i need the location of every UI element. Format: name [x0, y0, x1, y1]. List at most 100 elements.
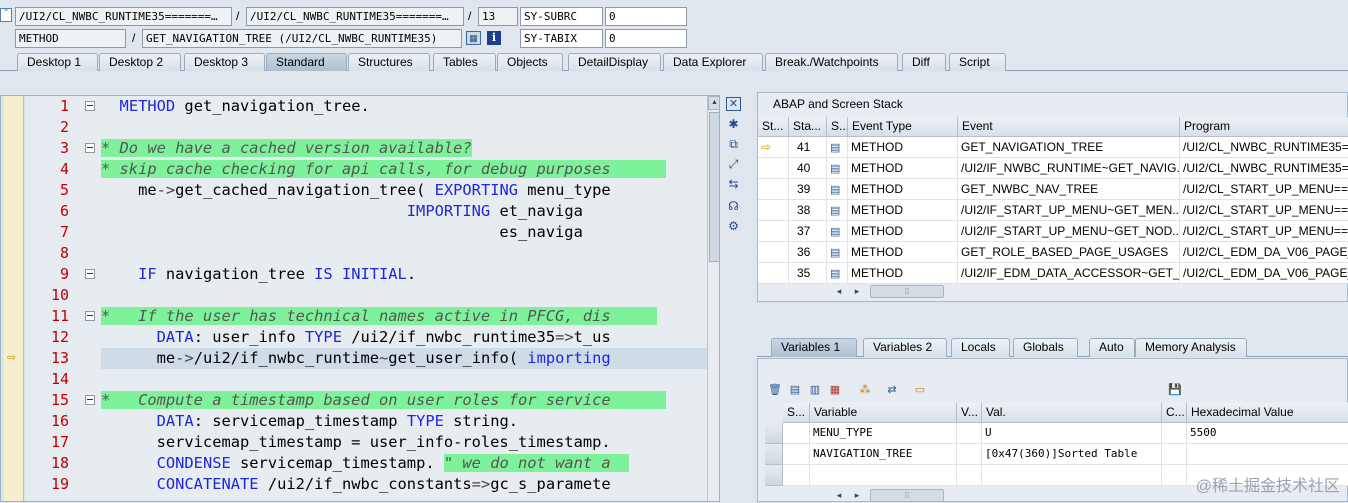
program-cell[interactable]: /UI2/CL_EDM_DA_V06_PAGE_ — [1180, 263, 1348, 284]
stack-level-cell[interactable]: 35 — [789, 263, 827, 284]
column-header[interactable]: Hexadecimal Value — [1187, 403, 1348, 423]
scroll-up-icon[interactable]: ▲ — [708, 96, 719, 110]
stack-level-cell[interactable]: 39 — [789, 179, 827, 200]
tab-data-explorer[interactable]: Data Explorer — [663, 53, 763, 71]
load-icon[interactable]: ▦ — [828, 383, 842, 397]
tab-objects[interactable]: Objects — [497, 53, 563, 71]
tab-desktop-3[interactable]: Desktop 3 — [184, 53, 265, 71]
status-cell[interactable] — [783, 444, 810, 465]
change-value-cell[interactable] — [1162, 465, 1187, 486]
table-row[interactable]: 37 ▤ METHOD/UI2/IF_START_UP_MENU~GET_NOD..… — [758, 221, 1348, 242]
event-cell[interactable]: /UI2/IF_NWBC_RUNTIME~GET_NAVIG... — [958, 158, 1180, 179]
column-header[interactable]: V... — [957, 403, 982, 423]
insert-icon[interactable]: ▤ — [788, 383, 802, 397]
change-value-cell[interactable] — [1162, 423, 1187, 444]
table-row[interactable]: MENU_TYPE U 5500 — [765, 423, 1348, 444]
change-cell[interactable] — [957, 465, 982, 486]
program-cell[interactable]: /UI2/CL_START_UP_MENU== — [1180, 221, 1348, 242]
stack-level-cell[interactable]: 41 — [789, 137, 827, 158]
maximize-icon[interactable]: ⤢ — [726, 157, 741, 171]
column-header[interactable]: S... — [783, 403, 810, 423]
row-selector[interactable] — [765, 444, 783, 465]
column-header[interactable]: Variable — [810, 403, 957, 423]
table-row[interactable]: NAVIGATION_TREE [0x47(360)]Sorted Table — [765, 444, 1348, 465]
tab-tables[interactable]: Tables — [433, 53, 496, 71]
program-cell[interactable]: /UI2/CL_START_UP_MENU== — [1180, 179, 1348, 200]
source-icon-cell[interactable]: ▤ — [827, 179, 848, 200]
variable-name-cell[interactable] — [810, 465, 957, 486]
source-code-editor[interactable]: ⇨ 1 METHOD get_navigation_tree. 2 3 * Do … — [0, 95, 720, 502]
event-type-field[interactable]: METHOD — [15, 29, 126, 48]
source-icon-cell[interactable]: ▤ — [827, 200, 848, 221]
tab-globals[interactable]: Globals — [1013, 338, 1078, 357]
sysvar-name-field[interactable]: SY-SUBRC — [520, 7, 603, 26]
table-row[interactable]: 36 ▤ METHOD GET_ROLE_BASED_PAGE_USAGES/UI2/… — [758, 242, 1348, 263]
save-icon[interactable]: 💾 — [1168, 383, 1182, 397]
variable-name-cell[interactable]: NAVIGATION_TREE — [810, 444, 957, 465]
active-stack-marker-cell[interactable] — [758, 242, 789, 263]
scroll-left-icon[interactable]: ◂ — [833, 488, 845, 502]
active-stack-marker-cell[interactable] — [758, 200, 789, 221]
event-type-cell[interactable]: METHOD — [848, 179, 958, 200]
table-row[interactable]: 35 ▤ METHOD/UI2/IF_EDM_DATA_ACCESSOR~GET_.… — [758, 263, 1348, 284]
active-stack-marker-cell[interactable] — [758, 158, 789, 179]
source-icon-cell[interactable]: ▤ — [827, 242, 848, 263]
tab-variables-2[interactable]: Variables 2 — [863, 338, 947, 357]
scroll-thumb[interactable]: ⁞⁞ — [870, 285, 944, 298]
folder-icon[interactable]: ▭ — [913, 383, 927, 397]
table-row[interactable]: 39 ▤ METHOD GET_NWBC_NAV_TREE/UI2/CL_START_… — [758, 179, 1348, 200]
event-cell[interactable]: /UI2/IF_START_UP_MENU~GET_NOD... — [958, 221, 1180, 242]
sysvar2-value-field[interactable]: 0 — [605, 29, 687, 48]
column-header[interactable]: Program — [1180, 117, 1348, 137]
variable-value-cell[interactable] — [982, 465, 1162, 486]
tab-standard[interactable]: Standard — [266, 53, 347, 71]
event-type-cell[interactable]: METHOD — [848, 158, 958, 179]
event-cell[interactable]: GET_ROLE_BASED_PAGE_USAGES — [958, 242, 1180, 263]
tab-detaildisplay[interactable]: DetailDisplay — [568, 53, 661, 71]
variable-name-cell[interactable]: MENU_TYPE — [810, 423, 957, 444]
stack-horizontal-scrollbar[interactable]: ◂ ▸ ⁞⁞ — [830, 284, 1348, 298]
event-cell[interactable]: /UI2/IF_START_UP_MENU~GET_MEN... — [958, 200, 1180, 221]
hex-value-cell[interactable] — [1187, 444, 1348, 465]
fold-toggle-icon[interactable] — [85, 395, 95, 405]
hex-value-cell[interactable]: 5500 — [1187, 423, 1348, 444]
close-icon[interactable]: ✕ — [726, 97, 741, 111]
fold-toggle-icon[interactable] — [85, 143, 95, 153]
program-cell[interactable]: /UI2/CL_START_UP_MENU== — [1180, 200, 1348, 221]
column-header[interactable]: Val. — [982, 403, 1162, 423]
program-cell[interactable]: /UI2/CL_NWBC_RUNTIME35== — [1180, 158, 1348, 179]
tab-diff[interactable]: Diff — [902, 53, 946, 71]
event-type-cell[interactable]: METHOD — [848, 242, 958, 263]
fold-toggle-icon[interactable] — [85, 101, 95, 111]
tab-breakpoints[interactable]: Break./Watchpoints — [765, 53, 898, 71]
navigate-icon[interactable]: ▦ — [466, 31, 481, 45]
event-type-cell[interactable]: METHOD — [848, 137, 958, 158]
fold-toggle-icon[interactable] — [85, 311, 95, 321]
tab-auto[interactable]: Auto — [1089, 338, 1135, 357]
stack-level-cell[interactable]: 40 — [789, 158, 827, 179]
column-header[interactable]: C... — [1162, 403, 1187, 423]
fold-toggle-icon[interactable] — [85, 269, 95, 279]
event-type-cell[interactable]: METHOD — [848, 263, 958, 284]
row-selector[interactable] — [765, 465, 783, 486]
active-stack-marker-cell[interactable]: ⇨ — [758, 137, 789, 158]
column-header[interactable]: St... — [758, 117, 789, 137]
column-header[interactable]: Event — [958, 117, 1180, 137]
scroll-right-icon[interactable]: ▸ — [851, 284, 863, 298]
editor-vertical-scrollbar[interactable]: ▲ — [707, 96, 719, 501]
tab-variables-1[interactable]: Variables 1 — [771, 338, 857, 357]
tab-structures[interactable]: Structures — [348, 53, 430, 71]
hierarchy-icon[interactable]: ⁂ — [858, 383, 872, 397]
swap-icon[interactable]: ⇆ — [726, 177, 741, 191]
active-stack-marker-cell[interactable] — [758, 179, 789, 200]
scroll-right-icon[interactable]: ▸ — [851, 488, 863, 502]
column-header[interactable]: Sta... — [789, 117, 827, 137]
stack-level-cell[interactable]: 38 — [789, 200, 827, 221]
tab-locals[interactable]: Locals — [951, 338, 1010, 357]
table-row[interactable]: 40 ▤ METHOD/UI2/IF_NWBC_RUNTIME~GET_NAVIG.… — [758, 158, 1348, 179]
tab-desktop-2[interactable]: Desktop 2 — [99, 53, 181, 71]
table-row[interactable]: ⇨ 41 ▤ METHOD GET_NAVIGATION_TREE/UI2/CL_NWB… — [758, 137, 1348, 158]
active-stack-marker-cell[interactable] — [758, 221, 789, 242]
source-icon-cell[interactable]: ▤ — [827, 221, 848, 242]
column-header[interactable]: Event Type — [848, 117, 958, 137]
